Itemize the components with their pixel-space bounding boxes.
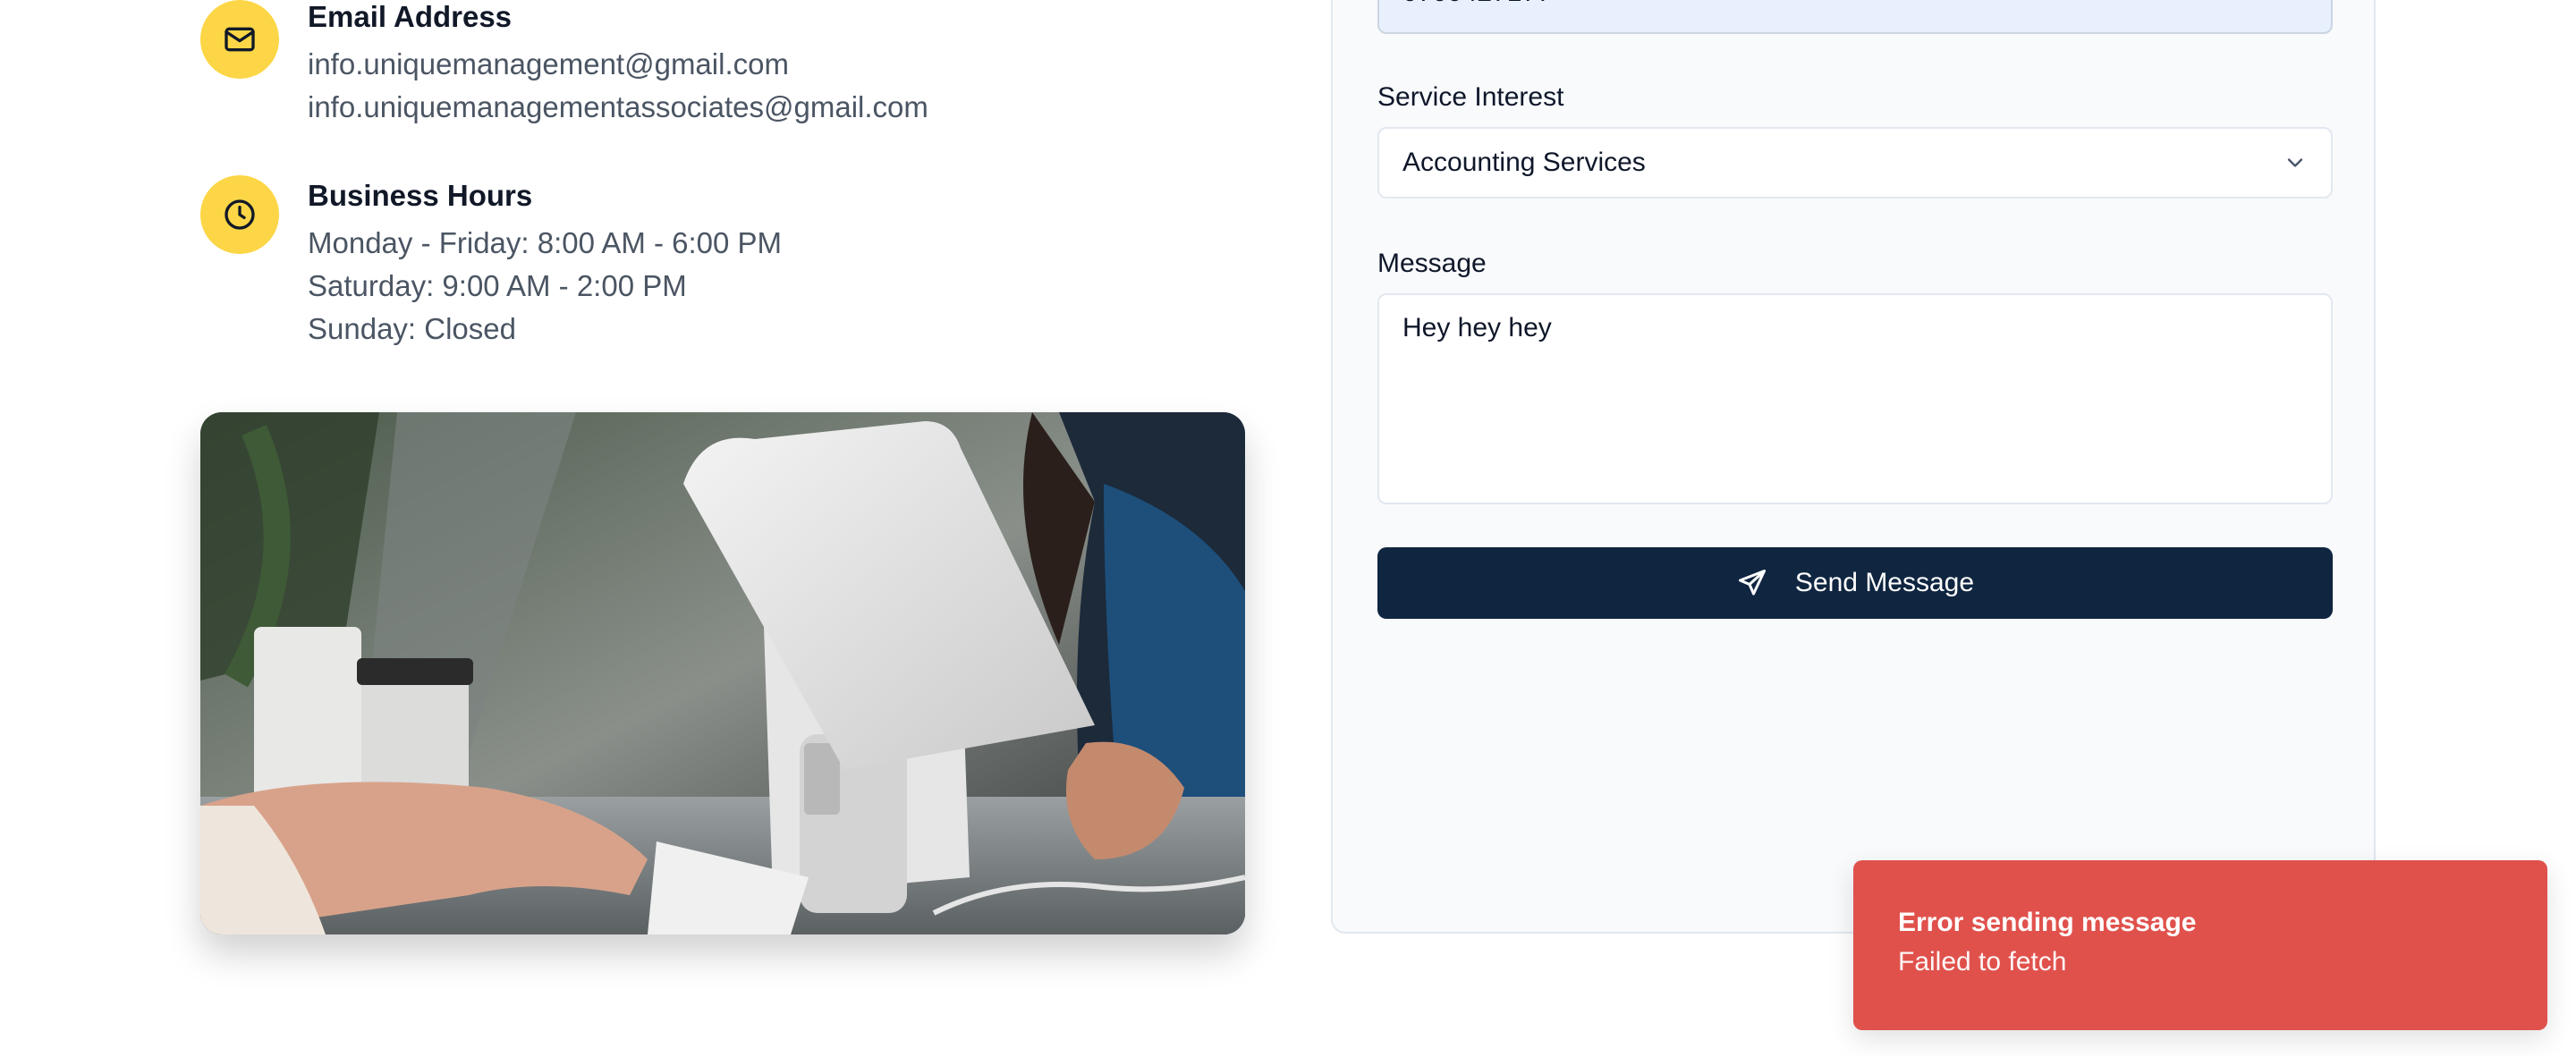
service-selected-value: Accounting Services [1402, 148, 1646, 177]
send-message-button[interactable]: Send Message [1377, 547, 2333, 619]
phone-input[interactable]: 0700427177 [1377, 0, 2333, 34]
contact-page: Email Address info.uniquemanagement@gmai… [0, 0, 2576, 1057]
payment-terminal-photo [200, 412, 1245, 934]
business-hours-block: Business Hours Monday - Friday: 8:00 AM … [200, 175, 782, 351]
send-icon [1738, 570, 1766, 596]
email-title: Email Address [308, 0, 513, 33]
message-textarea[interactable]: Hey hey hey [1377, 293, 2333, 504]
message-label: Message [1377, 249, 1487, 278]
toast-title: Error sending message [1898, 908, 2197, 937]
hours-line-1: Monday - Friday: 8:00 AM - 6:00 PM [308, 226, 783, 259]
contact-form-card: 0700427177 Service Interest Accounting S… [1331, 0, 2376, 934]
mail-icon [225, 27, 255, 52]
error-toast[interactable]: Error sending message Failed to fetch [1853, 860, 2547, 1030]
email-info-text: Email Address info.uniquemanagement@gmai… [308, 0, 928, 129]
send-message-label: Send Message [1794, 568, 1975, 597]
photo-illustration [200, 412, 1245, 934]
hours-line-2: Saturday: 9:00 AM - 2:00 PM [308, 269, 687, 302]
email-info-block: Email Address info.uniquemanagement@gmai… [200, 0, 928, 129]
clock-icon [225, 199, 255, 230]
mail-icon-badge [200, 0, 279, 79]
service-interest-select[interactable]: Accounting Services [1377, 127, 2333, 199]
email-line-2[interactable]: info.uniquemanagementassociates@gmail.co… [308, 86, 928, 129]
hours-info-text: Business Hours Monday - Friday: 8:00 AM … [308, 175, 782, 351]
hours-title: Business Hours [308, 179, 533, 212]
service-interest-label: Service Interest [1377, 82, 1564, 112]
chevron-down-icon [2287, 158, 2303, 167]
hours-line-3: Sunday: Closed [308, 312, 516, 345]
toast-description: Failed to fetch [1898, 947, 2067, 977]
email-line-1[interactable]: info.uniquemanagement@gmail.com [308, 43, 928, 86]
clock-icon-badge [200, 175, 279, 254]
